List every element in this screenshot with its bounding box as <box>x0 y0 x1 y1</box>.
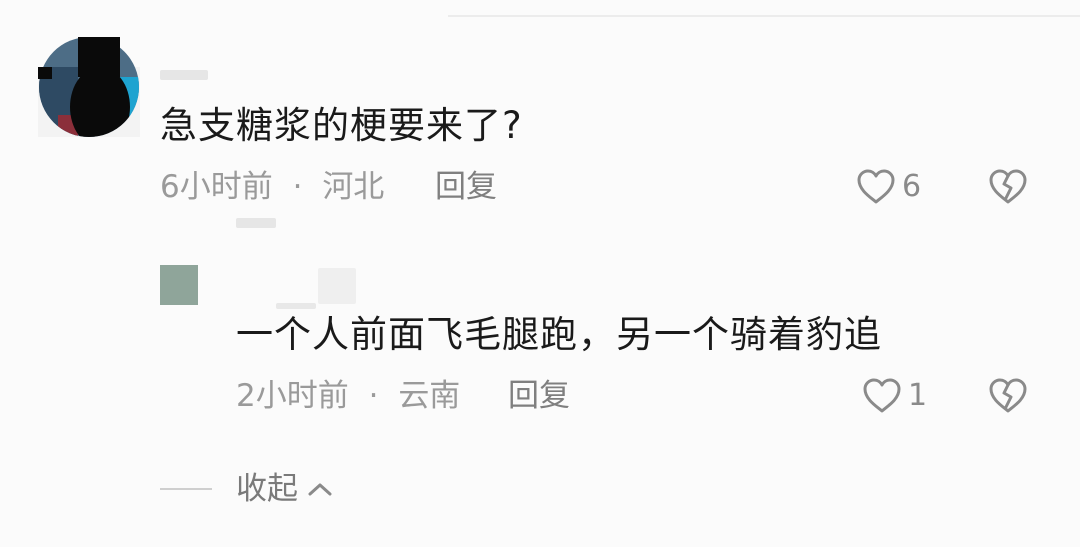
reply-text: 一个人前面飞毛腿跑，另一个骑着豹追 <box>236 313 882 356</box>
comment-location: 河北 <box>322 169 385 205</box>
heart-outline-icon <box>857 169 895 204</box>
reply-location: 云南 <box>398 378 461 414</box>
comment-text: 急支糖浆的梗要来了? <box>160 104 523 147</box>
avatar[interactable] <box>160 265 198 305</box>
chevron-up-icon <box>308 483 332 496</box>
username-masked <box>318 268 356 304</box>
like-count: 1 <box>908 378 928 413</box>
comment-meta: 6小时前 · 河北 <box>160 168 384 206</box>
like-count: 6 <box>902 169 922 204</box>
like-button[interactable]: 6 <box>856 168 921 206</box>
collapse-divider <box>160 488 212 490</box>
broken-heart-icon[interactable] <box>988 168 1028 206</box>
meta-separator: · <box>368 378 379 414</box>
like-button[interactable]: 1 <box>862 377 927 415</box>
broken-heart-icon[interactable] <box>988 377 1028 415</box>
reply-button[interactable]: 回复 <box>508 377 570 415</box>
reply-meta: 2小时前 · 云南 <box>236 377 460 415</box>
comment-time: 6小时前 <box>160 169 273 205</box>
heart-outline-icon <box>863 378 901 413</box>
username-masked <box>276 303 316 309</box>
username-masked <box>236 218 276 228</box>
reply-time: 2小时前 <box>236 378 349 414</box>
meta-separator: · <box>292 169 303 205</box>
collapse-button[interactable]: 收起 <box>160 470 334 508</box>
avatar[interactable] <box>38 37 140 137</box>
top-divider <box>448 15 1080 17</box>
reply-button[interactable]: 回复 <box>435 168 497 206</box>
username-masked <box>160 70 208 80</box>
collapse-label: 收起 <box>236 471 298 507</box>
